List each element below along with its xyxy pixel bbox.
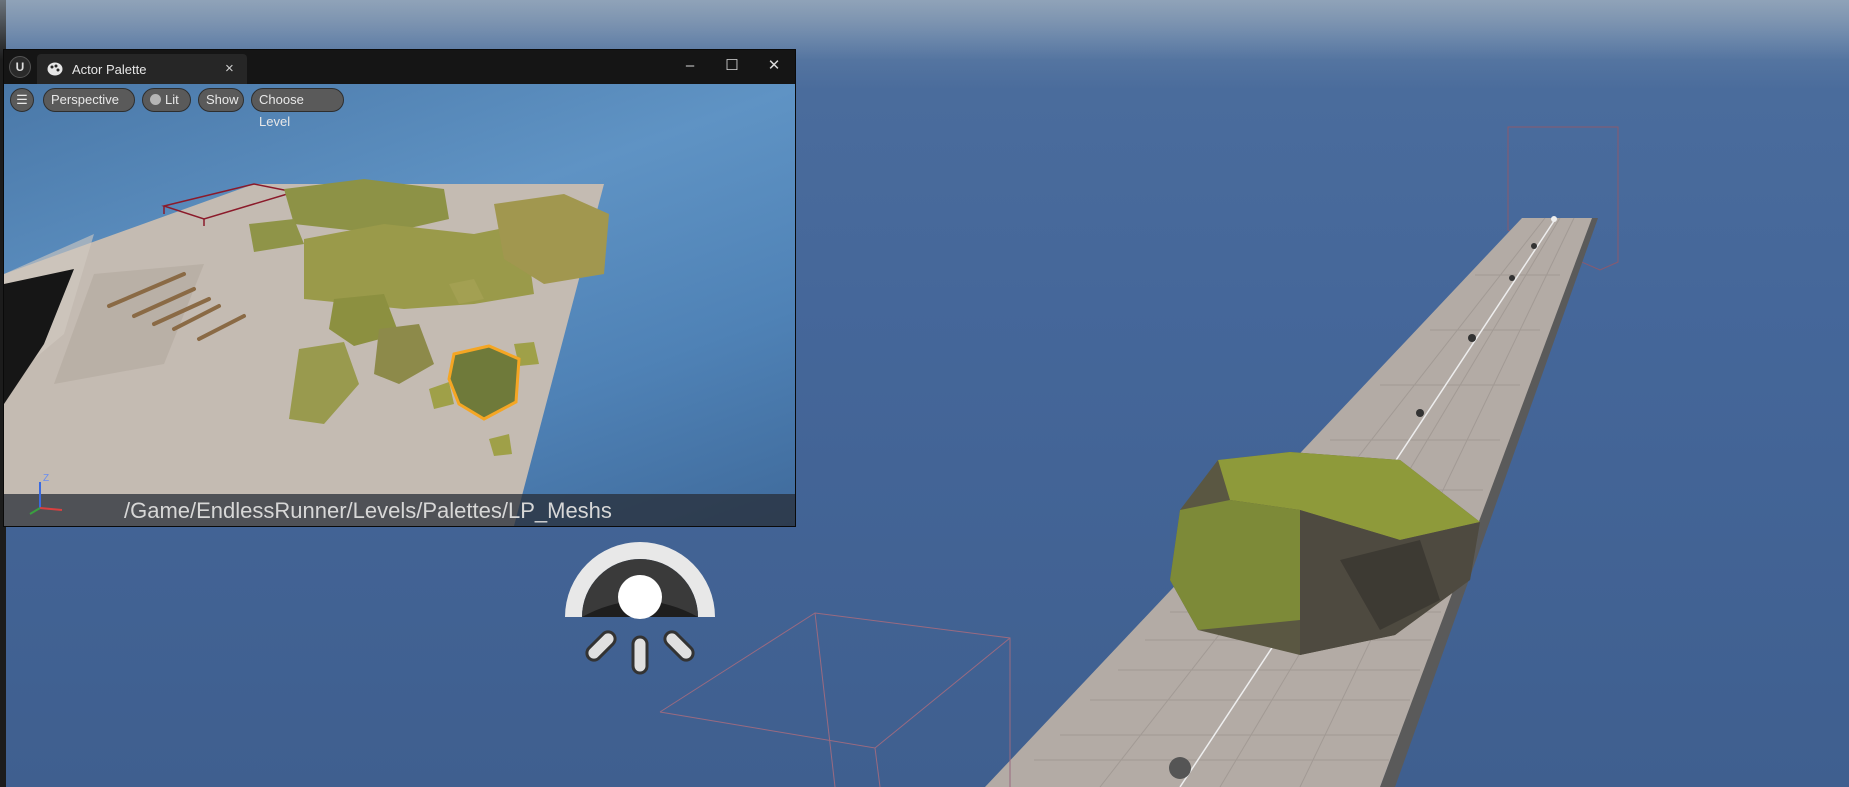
axis-gizmo-icon: Z xyxy=(29,473,63,515)
show-button[interactable]: Show xyxy=(198,88,244,112)
level-path-bar: /Game/EndlessRunner/Levels/Palettes/LP_M… xyxy=(4,494,795,526)
choose-level-button[interactable]: Choose Level xyxy=(251,88,344,129)
tab-actor-palette[interactable]: Actor Palette × xyxy=(37,54,247,84)
lit-button[interactable]: Lit xyxy=(142,88,191,112)
lit-label: Lit xyxy=(165,92,179,107)
tab-close-icon[interactable]: × xyxy=(225,60,234,77)
perspective-button[interactable]: Perspective xyxy=(43,88,135,112)
tab-label: Actor Palette xyxy=(72,62,147,77)
palette-viewport[interactable]: ☰ Perspective Lit Show Choose Level /Gam… xyxy=(4,84,795,526)
axis-z-label: Z xyxy=(43,473,49,484)
directional-light-icon[interactable] xyxy=(560,525,720,685)
palette-icon xyxy=(47,62,63,76)
level-path: /Game/EndlessRunner/Levels/Palettes/LP_M… xyxy=(124,498,612,523)
unreal-logo-icon: U xyxy=(9,56,31,78)
title-bar[interactable]: U Actor Palette × – ☐ ✕ xyxy=(4,50,795,84)
lit-mode-icon xyxy=(150,94,161,105)
palette-scene xyxy=(4,179,609,526)
actor-palette-window[interactable]: U Actor Palette × – ☐ ✕ ☰ Perspective Li… xyxy=(3,49,796,527)
maximize-button[interactable]: ☐ xyxy=(718,54,746,78)
minimize-button[interactable]: – xyxy=(676,54,704,78)
viewport-menu-button[interactable]: ☰ xyxy=(10,88,34,112)
close-window-button[interactable]: ✕ xyxy=(760,54,788,78)
